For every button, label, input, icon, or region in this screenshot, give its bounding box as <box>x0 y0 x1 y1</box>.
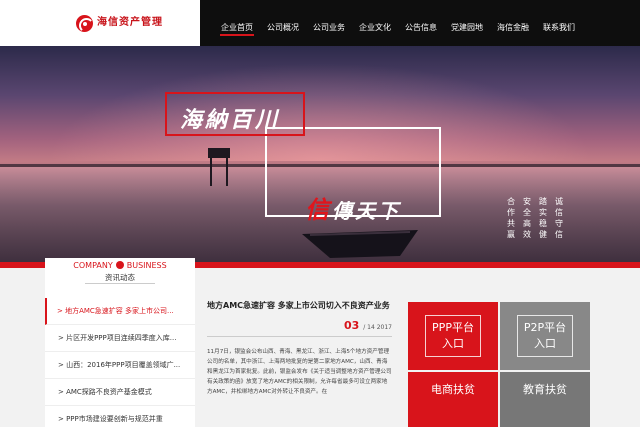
slogan-rest: 傳天下 <box>332 199 401 223</box>
slogan-line2: 信傳天下 <box>305 190 401 225</box>
sidebar-item[interactable]: > 片区开发PPP项目连续四季度入库... <box>45 325 195 352</box>
poem-column: 诚信守信 <box>555 197 563 239</box>
slogan-highlight: 信 <box>305 195 332 224</box>
sidebar-title-cn: 资讯动态 <box>85 272 155 284</box>
sidebar-title-en: COMPANY BUSINESS <box>45 260 195 272</box>
main-nav: 企业首页 公司概况 公司业务 企业文化 公告信息 党建园地 海信金融 联系我们 <box>200 0 640 46</box>
content-area: COMPANY BUSINESS 资讯动态 > 地方AMC急速扩容 多家上市公司.… <box>0 258 640 427</box>
logo-icon <box>76 14 94 33</box>
poem-column: 安全高效 <box>523 197 531 239</box>
tile-line: 入口 <box>533 337 556 350</box>
nav-item-culture[interactable]: 企业文化 <box>352 0 398 46</box>
sidebar-item[interactable]: > 地方AMC急速扩容 多家上市公司... <box>45 298 195 325</box>
tile-label: P2P平台入口 <box>516 315 574 357</box>
hero-banner[interactable]: 海納百川 信傳天下 合作共赢 安全高效 踏实稳健 诚信守信 <box>0 46 640 268</box>
article-title[interactable]: 地方AMC急速扩容 多家上市公司切入不良资产业务 <box>207 300 392 311</box>
nav-item-notices[interactable]: 公告信息 <box>398 0 444 46</box>
sidebar-item[interactable]: > PPP市场建设要创新与规范并重 <box>45 406 195 427</box>
sidebar-title-left: COMPANY <box>73 261 113 270</box>
sidebar-list: > 地方AMC急速扩容 多家上市公司... > 片区开发PPP项目连续四季度入库… <box>45 298 195 427</box>
article-day: 03 <box>343 319 360 332</box>
tile-label: PPP平台入口 <box>425 315 481 357</box>
featured-article: 地方AMC急速扩容 多家上市公司切入不良资产业务 03/ 14 2017 11月… <box>207 300 392 397</box>
tile-label: 电商扶贫 <box>431 383 475 396</box>
article-monthyear: / 14 2017 <box>363 324 392 331</box>
article-date: 03/ 14 2017 <box>207 319 392 337</box>
article-body: 11月7日，银监会公布山西、青海、黑龙江、浙江、上海5个地方资产管理公司的名单，… <box>207 349 392 395</box>
ecommerce-aid-tile[interactable]: 电商扶贫 <box>408 372 498 427</box>
p2p-platform-tile[interactable]: P2P平台入口 <box>500 302 590 370</box>
tile-line: 入口 <box>442 337 464 350</box>
tile-label: 教育扶贫 <box>523 383 567 396</box>
slogan-line1: 海納百川 <box>180 107 281 133</box>
sidebar-header: COMPANY BUSINESS 资讯动态 <box>45 258 195 288</box>
nav-item-home[interactable]: 企业首页 <box>214 0 260 46</box>
header: 海信资产管理 企业首页 公司概况 公司业务 企业文化 公告信息 党建园地 海信金… <box>0 0 640 46</box>
tile-line: P2P平台 <box>523 321 567 334</box>
banner-side-text: 合作共赢 安全高效 踏实稳健 诚信守信 <box>506 196 564 240</box>
logo-text: 海信资产管理 <box>97 17 163 28</box>
page: 海信资产管理 企业首页 公司概况 公司业务 企业文化 公告信息 党建园地 海信金… <box>0 0 640 427</box>
nav-item-about[interactable]: 公司概况 <box>260 0 306 46</box>
logo[interactable]: 海信资产管理 <box>0 0 200 46</box>
poem-column: 踏实稳健 <box>539 197 547 239</box>
poem-column: 合作共赢 <box>507 197 515 239</box>
nav-item-contact[interactable]: 联系我们 <box>536 0 582 46</box>
nav-item-finance[interactable]: 海信金融 <box>490 0 536 46</box>
slogan: 海納百川 信傳天下 <box>165 92 445 242</box>
nav-item-business[interactable]: 公司业务 <box>306 0 352 46</box>
sidebar-title-right: BUSINESS <box>126 261 167 270</box>
education-aid-tile[interactable]: 教育扶贫 <box>500 372 590 427</box>
news-sidebar: COMPANY BUSINESS 资讯动态 > 地方AMC急速扩容 多家上市公司.… <box>45 258 195 427</box>
entry-tiles: PPP平台入口 P2P平台入口 电商扶贫 教育扶贫 <box>408 302 590 427</box>
ppp-platform-tile[interactable]: PPP平台入口 <box>408 302 498 370</box>
tile-line: PPP平台 <box>432 321 474 334</box>
sidebar-item[interactable]: > AMC探路不良资产基金模式 <box>45 379 195 406</box>
logo-mini-icon <box>115 261 124 269</box>
sidebar-item[interactable]: > 山西：2016年PPP项目覆盖领域广... <box>45 352 195 379</box>
nav-item-party[interactable]: 党建园地 <box>444 0 490 46</box>
